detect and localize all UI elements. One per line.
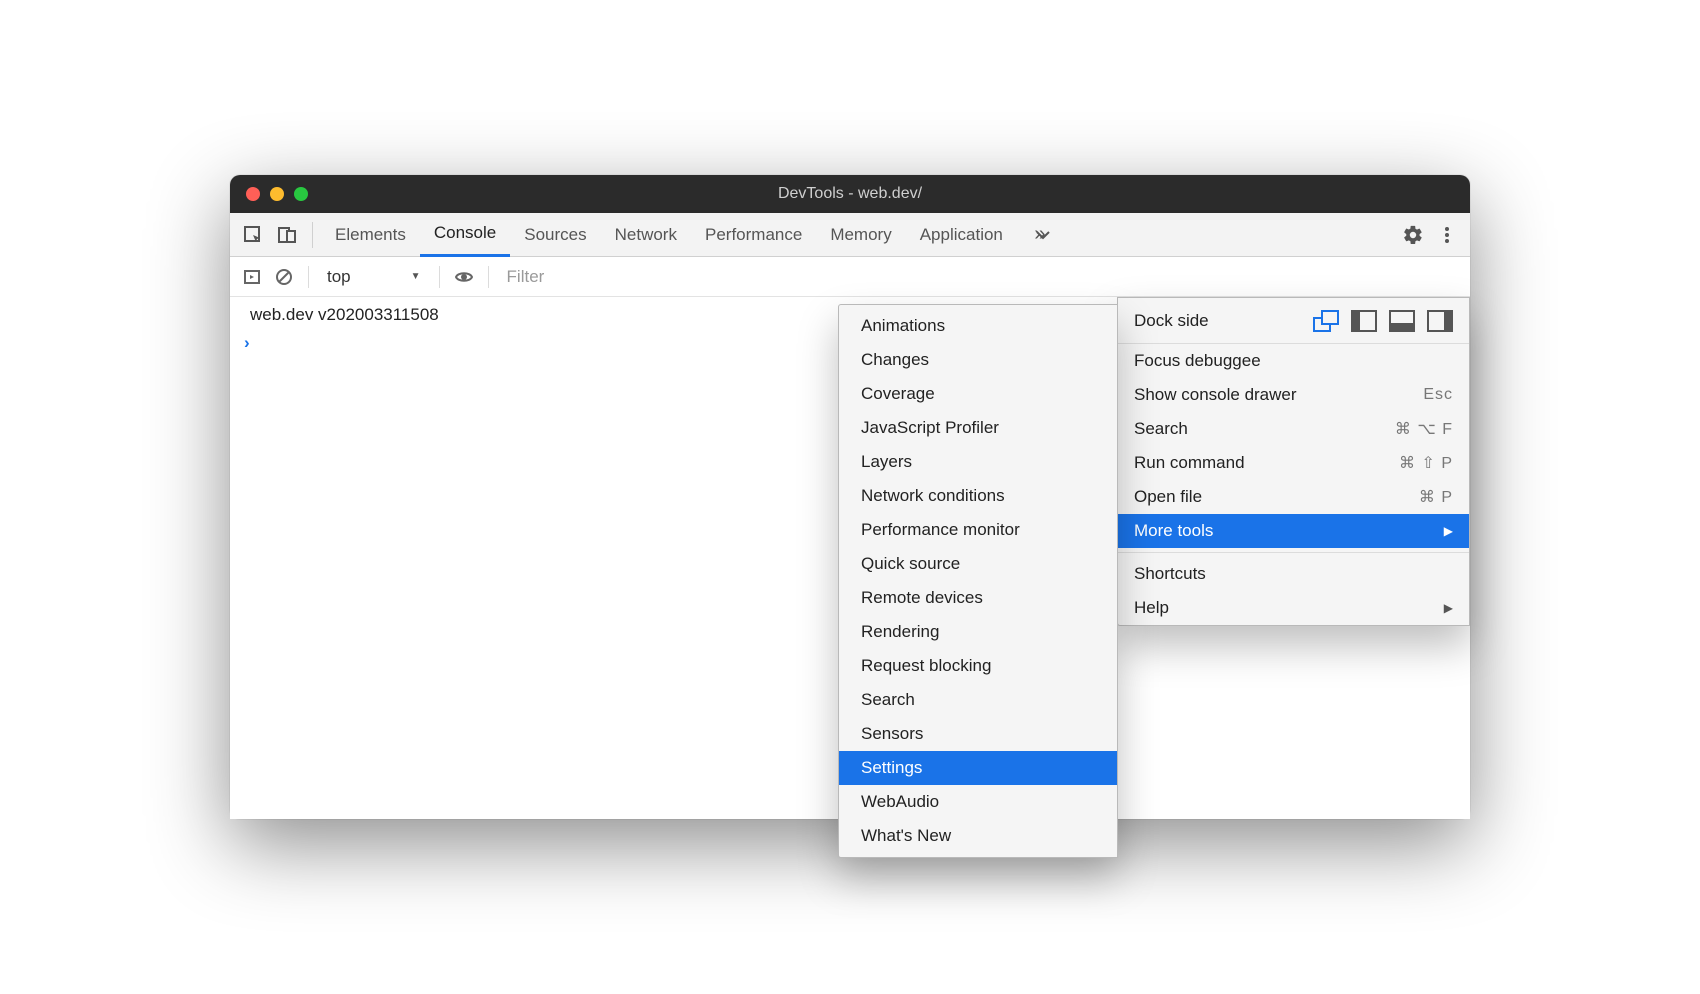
menu-divider [1118, 552, 1469, 553]
submenu-item-settings[interactable]: Settings [839, 751, 1117, 785]
menu-item-focus-debuggee[interactable]: Focus debuggee [1118, 344, 1469, 378]
console-toolbar: top ▼ [230, 257, 1470, 297]
context-selector-value: top [327, 267, 351, 287]
menu-item-shortcut: ⌘ ⌥ F [1395, 419, 1453, 439]
menu-item-show-console-drawer[interactable]: Show console drawer Esc [1118, 378, 1469, 412]
settings-gear-icon[interactable] [1396, 218, 1430, 252]
dock-right-icon[interactable] [1427, 310, 1453, 332]
menu-item-label: More tools [1134, 521, 1213, 541]
titlebar: DevTools - web.dev/ [230, 175, 1470, 213]
chevron-down-icon: ▼ [411, 271, 421, 282]
dock-undock-icon[interactable] [1313, 310, 1339, 332]
tab-performance[interactable]: Performance [691, 213, 816, 257]
submenu-item-layers[interactable]: Layers [839, 445, 1117, 479]
menu-item-label: Search [1134, 419, 1188, 439]
submenu-item-network-conditions[interactable]: Network conditions [839, 479, 1117, 513]
menu-item-label: Focus debuggee [1134, 351, 1261, 371]
submenu-item-search[interactable]: Search [839, 683, 1117, 717]
menu-item-run-command[interactable]: Run command ⌘ ⇧ P [1118, 446, 1469, 480]
submenu-item-javascript-profiler[interactable]: JavaScript Profiler [839, 411, 1117, 445]
tab-console[interactable]: Console [420, 213, 510, 257]
menu-item-label: Shortcuts [1134, 564, 1206, 584]
dock-side-row: Dock side [1118, 298, 1469, 344]
menu-item-shortcut: ⌘ ⇧ P [1399, 453, 1453, 473]
submenu-arrow-icon: ▶ [1444, 524, 1453, 538]
menu-item-label: Open file [1134, 487, 1202, 507]
submenu-item-changes[interactable]: Changes [839, 343, 1117, 377]
submenu-item-webaudio[interactable]: WebAudio [839, 785, 1117, 819]
console-body: web.dev v202003311508 › Dock side Focus … [230, 297, 1470, 819]
submenu-item-coverage[interactable]: Coverage [839, 377, 1117, 411]
menu-item-more-tools[interactable]: More tools ▶ [1118, 514, 1469, 548]
inspect-element-icon[interactable] [236, 218, 270, 252]
separator [488, 266, 489, 288]
close-window-button[interactable] [246, 187, 260, 201]
zoom-window-button[interactable] [294, 187, 308, 201]
more-tabs-button[interactable]: » [1023, 218, 1057, 252]
more-tools-submenu: AnimationsChangesCoverageJavaScript Prof… [838, 304, 1118, 858]
submenu-item-request-blocking[interactable]: Request blocking [839, 649, 1117, 683]
submenu-item-what-s-new[interactable]: What's New [839, 819, 1117, 853]
live-expression-eye-icon[interactable] [448, 261, 480, 293]
tab-application[interactable]: Application [906, 213, 1017, 257]
menu-item-help[interactable]: Help ▶ [1118, 591, 1469, 625]
tab-sources[interactable]: Sources [510, 213, 600, 257]
menu-item-label: Run command [1134, 453, 1245, 473]
minimize-window-button[interactable] [270, 187, 284, 201]
context-selector[interactable]: top ▼ [317, 262, 431, 292]
devtools-window: DevTools - web.dev/ ElementsConsoleSourc… [230, 175, 1470, 819]
filter-input[interactable] [497, 263, 1464, 291]
window-title: DevTools - web.dev/ [230, 185, 1470, 203]
sidebar-toggle-icon[interactable] [236, 261, 268, 293]
submenu-item-sensors[interactable]: Sensors [839, 717, 1117, 751]
submenu-item-animations[interactable]: Animations [839, 309, 1117, 343]
submenu-arrow-icon: ▶ [1444, 601, 1453, 615]
separator [312, 222, 313, 248]
tab-memory[interactable]: Memory [816, 213, 905, 257]
tab-network[interactable]: Network [601, 213, 691, 257]
dock-left-icon[interactable] [1351, 310, 1377, 332]
device-toolbar-icon[interactable] [270, 218, 304, 252]
separator [439, 266, 440, 288]
menu-item-shortcut: Esc [1423, 386, 1453, 404]
submenu-item-performance-monitor[interactable]: Performance monitor [839, 513, 1117, 547]
submenu-item-quick-source[interactable]: Quick source [839, 547, 1117, 581]
dock-side-label: Dock side [1134, 311, 1301, 331]
kebab-menu-icon[interactable] [1430, 218, 1464, 252]
menu-item-open-file[interactable]: Open file ⌘ P [1118, 480, 1469, 514]
menu-item-shortcuts[interactable]: Shortcuts [1118, 557, 1469, 591]
main-tabbar: ElementsConsoleSourcesNetworkPerformance… [230, 213, 1470, 257]
main-menu: Dock side Focus debuggee Show console dra… [1117, 297, 1470, 626]
submenu-item-rendering[interactable]: Rendering [839, 615, 1117, 649]
menu-item-shortcut: ⌘ P [1419, 487, 1453, 507]
menu-item-label: Show console drawer [1134, 385, 1297, 405]
menu-item-search[interactable]: Search ⌘ ⌥ F [1118, 412, 1469, 446]
dock-bottom-icon[interactable] [1389, 310, 1415, 332]
menu-item-label: Help [1134, 598, 1169, 618]
window-controls [230, 187, 308, 201]
tab-elements[interactable]: Elements [321, 213, 420, 257]
submenu-item-remote-devices[interactable]: Remote devices [839, 581, 1117, 615]
separator [308, 266, 309, 288]
clear-console-icon[interactable] [268, 261, 300, 293]
